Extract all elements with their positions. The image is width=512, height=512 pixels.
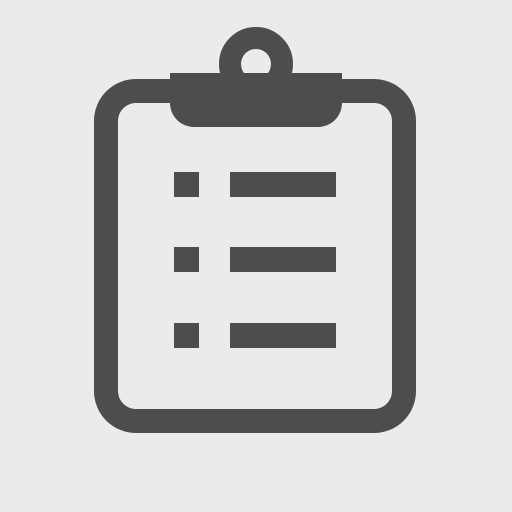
- list-line: [230, 247, 336, 272]
- list-bullet: [174, 323, 199, 348]
- clip-body: [170, 73, 342, 127]
- list-line: [230, 323, 336, 348]
- icon-canvas: [0, 0, 512, 512]
- list-item: [174, 172, 336, 197]
- list-bullet: [174, 172, 199, 197]
- list-bullet: [174, 247, 199, 272]
- list-item: [174, 323, 336, 348]
- list-line: [230, 172, 336, 197]
- clipboard-checklist-icon: [94, 27, 416, 433]
- list-item: [174, 247, 336, 272]
